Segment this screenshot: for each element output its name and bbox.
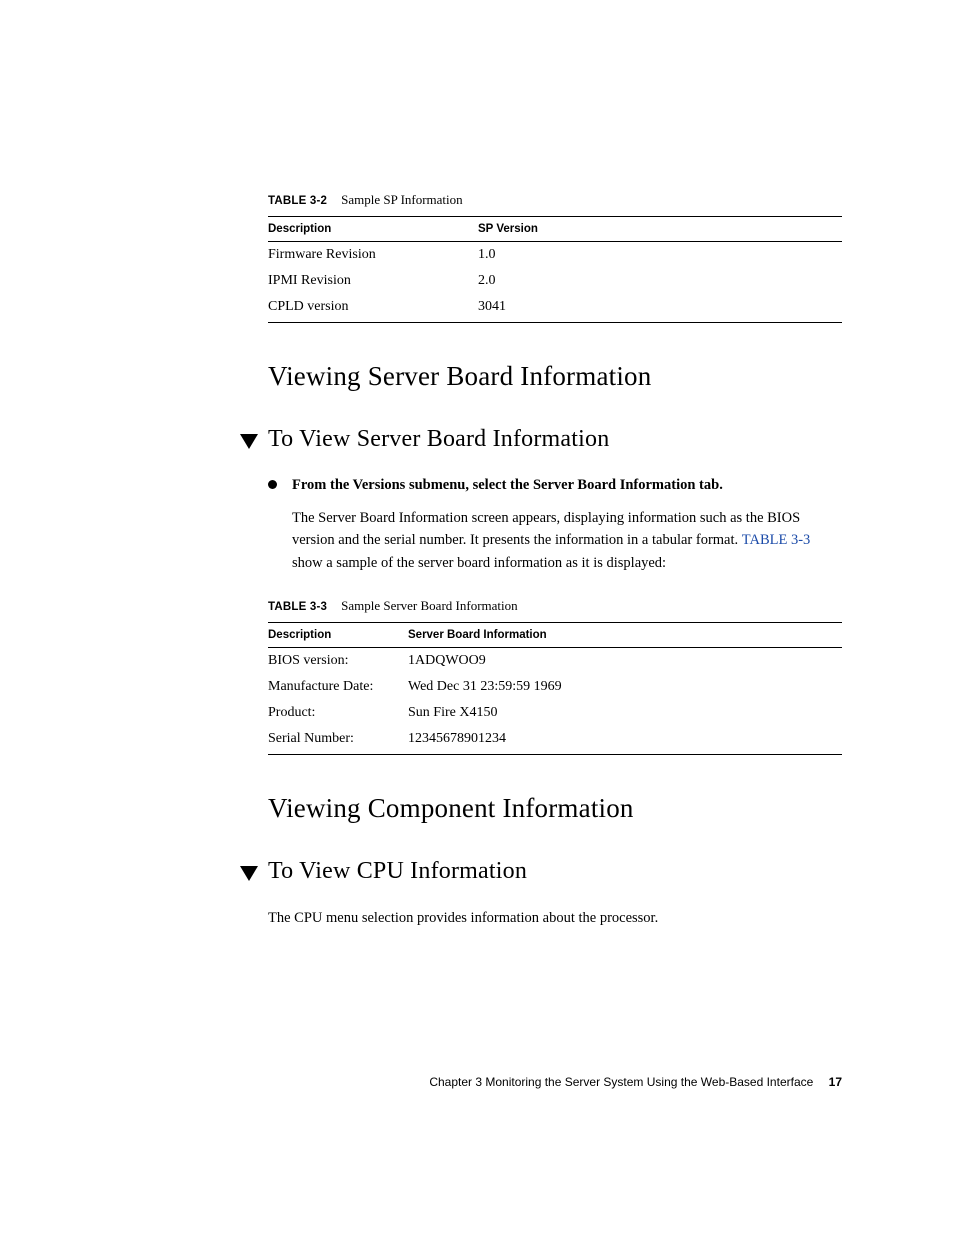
footer-text: Chapter 3 Monitoring the Server System U… [429, 1075, 813, 1089]
body-text-b: show a sample of the server board inform… [292, 555, 666, 571]
table-3-3: Description Server Board Information BIO… [268, 622, 842, 755]
cell-value: 12345678901234 [408, 726, 842, 755]
xref-table-3-3[interactable]: TABLE 3-3 [742, 532, 811, 548]
bullet-icon [268, 480, 277, 489]
table-row: IPMI Revision 2.0 [268, 268, 842, 294]
cell-description: Firmware Revision [268, 242, 478, 269]
heading-viewing-server-board: Viewing Server Board Information [268, 361, 842, 392]
table-row: Firmware Revision 1.0 [268, 242, 842, 269]
table-row: BIOS version: 1ADQWOO9 [268, 648, 842, 675]
cell-value: 1ADQWOO9 [408, 648, 842, 675]
cell-value: Sun Fire X4150 [408, 700, 842, 726]
table-3-2-title: Sample SP Information [341, 192, 463, 207]
cell-description: Serial Number: [268, 726, 408, 755]
page-number: 17 [829, 1075, 842, 1089]
heading-text: To View Server Board Information [268, 426, 609, 452]
cell-value: 1.0 [478, 242, 842, 269]
body-text-a: The Server Board Information screen appe… [292, 510, 800, 548]
table-3-2-head-description: Description [268, 217, 478, 242]
table-3-3-title: Sample Server Board Information [341, 598, 518, 613]
cell-description: Manufacture Date: [268, 674, 408, 700]
table-3-3-head-sbi: Server Board Information [408, 623, 842, 648]
heading-to-view-cpu: To View CPU Information [268, 858, 842, 885]
cell-value: 3041 [478, 294, 842, 323]
page-content: TABLE 3-2 Sample SP Information Descripti… [0, 0, 954, 930]
step-text: From the Versions submenu, select the Se… [292, 477, 723, 493]
table-row: Product: Sun Fire X4150 [268, 700, 842, 726]
body-paragraph: The Server Board Information screen appe… [268, 507, 842, 574]
procedure-step: From the Versions submenu, select the Se… [268, 475, 842, 497]
table-3-3-caption: TABLE 3-3 Sample Server Board Information [268, 598, 842, 614]
table-row: Serial Number: 12345678901234 [268, 726, 842, 755]
cpu-body-paragraph: The CPU menu selection provides informat… [268, 907, 842, 929]
cell-description: CPLD version [268, 294, 478, 323]
triangle-down-icon [240, 866, 258, 881]
table-row: CPLD version 3041 [268, 294, 842, 323]
cell-description: BIOS version: [268, 648, 408, 675]
heading-viewing-component: Viewing Component Information [268, 793, 842, 824]
cell-description: IPMI Revision [268, 268, 478, 294]
cell-description: Product: [268, 700, 408, 726]
heading-text: To View CPU Information [268, 858, 527, 884]
table-3-2-head-spversion: SP Version [478, 217, 842, 242]
page-footer: Chapter 3 Monitoring the Server System U… [429, 1075, 842, 1089]
table-row: Manufacture Date: Wed Dec 31 23:59:59 19… [268, 674, 842, 700]
table-3-2: Description SP Version Firmware Revision… [268, 216, 842, 323]
table-3-2-label: TABLE 3-2 [268, 195, 327, 207]
table-3-2-caption: TABLE 3-2 Sample SP Information [268, 192, 842, 208]
table-3-3-label: TABLE 3-3 [268, 601, 327, 613]
cell-value: Wed Dec 31 23:59:59 1969 [408, 674, 842, 700]
cell-value: 2.0 [478, 268, 842, 294]
heading-to-view-server-board: To View Server Board Information [268, 426, 842, 453]
table-3-3-head-description: Description [268, 623, 408, 648]
triangle-down-icon [240, 434, 258, 449]
